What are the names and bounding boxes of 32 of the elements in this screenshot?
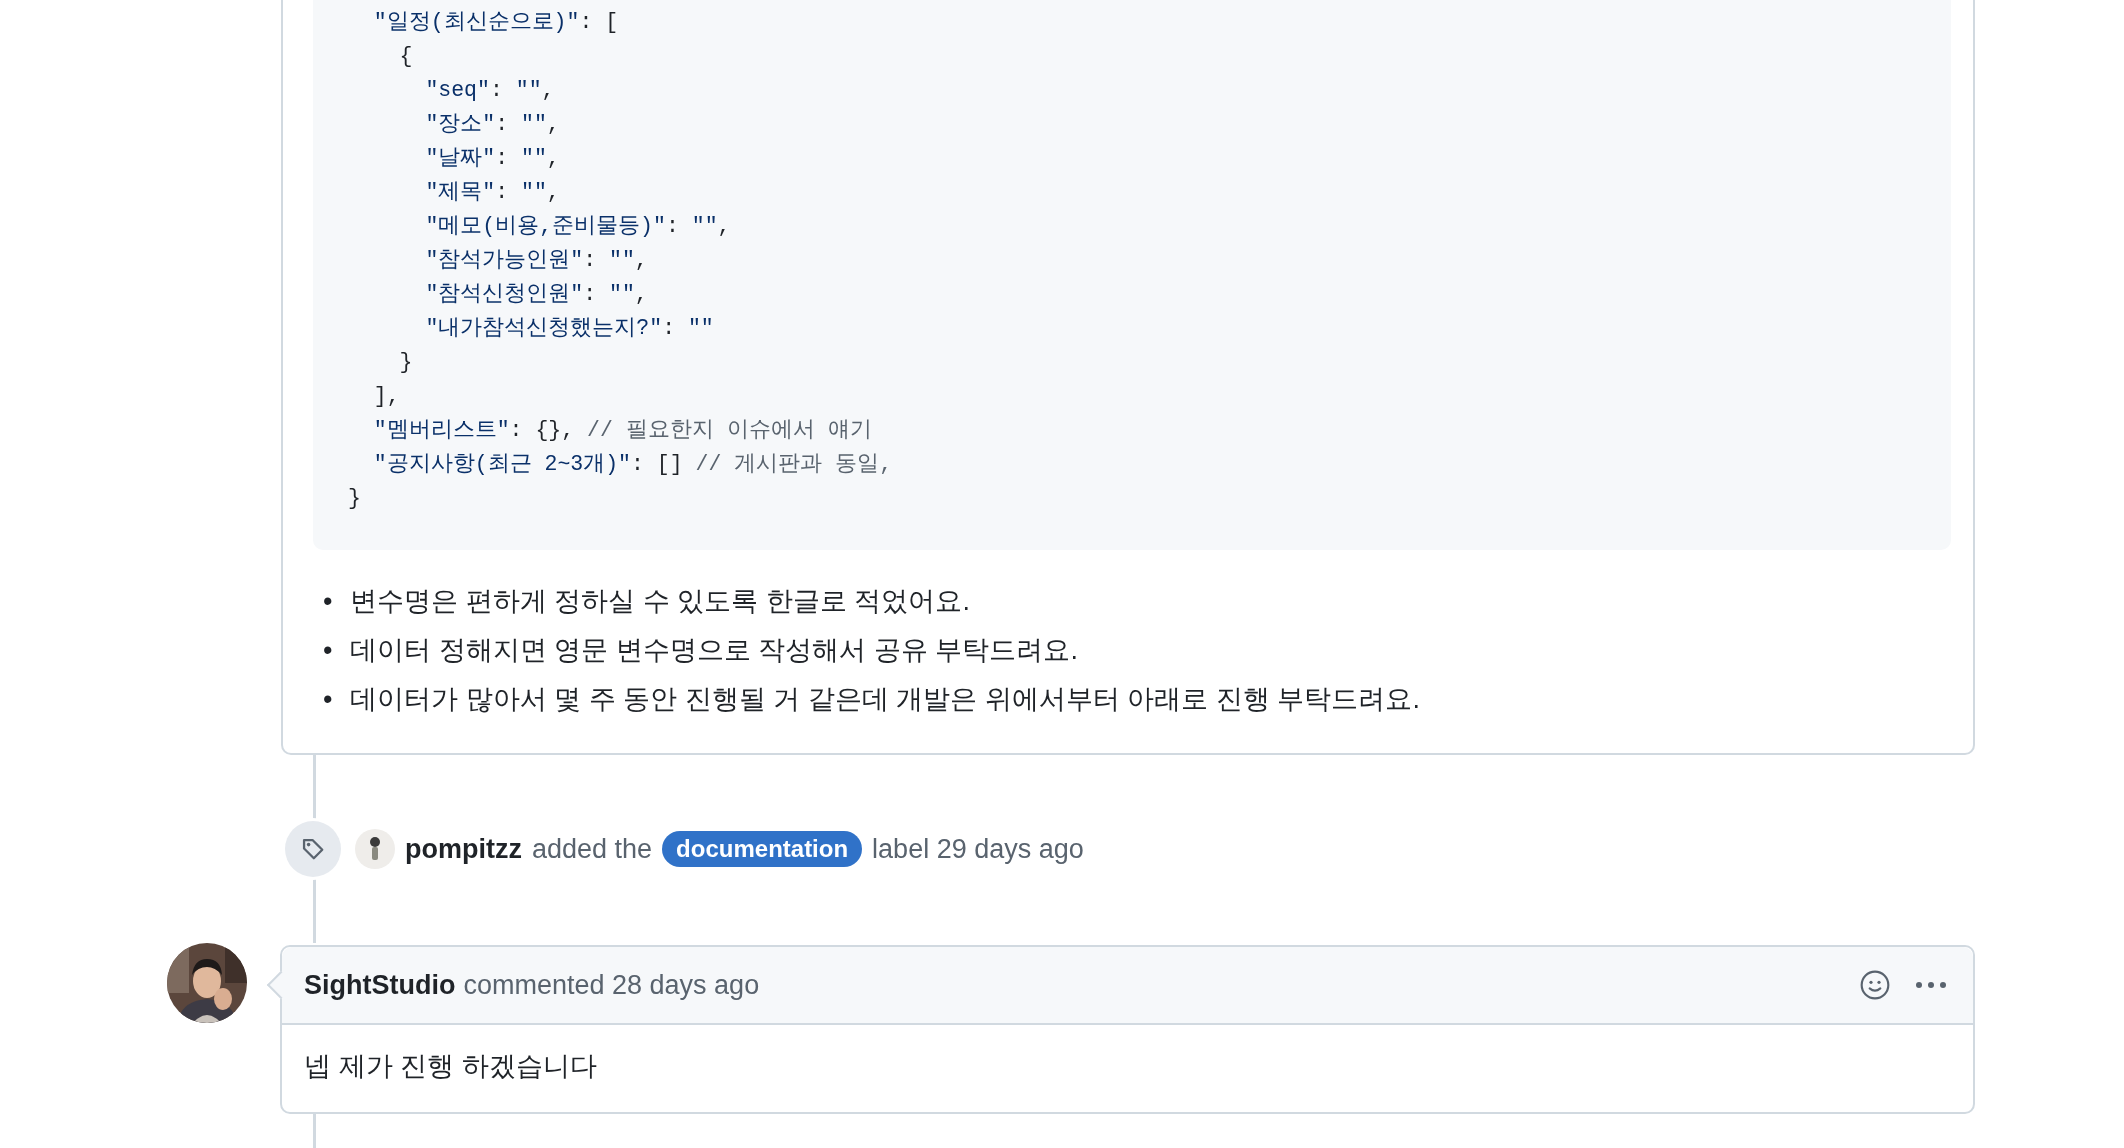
event-time: label 29 days ago xyxy=(872,833,1084,865)
bullet: • xyxy=(323,682,333,716)
comment-time: commented 28 days ago xyxy=(463,969,760,1001)
code-line: "장소": "", xyxy=(424,111,561,138)
list-item: 데이터가 많아서 몇 주 동안 진행될 거 같은데 개발은 위에서부터 아래로 진행 부탁드려요. xyxy=(350,682,1420,716)
author-link[interactable]: SightStudio xyxy=(304,969,456,1001)
code-line: { xyxy=(398,43,414,70)
code-line: "날짜": "", xyxy=(424,145,561,172)
code-line: "참석신청인원": "", xyxy=(424,281,649,308)
code-line: "제목": "", xyxy=(424,179,561,206)
code-line: ], xyxy=(372,383,401,410)
comment-body: 넵 제가 진행 하겠습니다 xyxy=(303,1050,598,1083)
code-line: "일정(최신순으로)": [ xyxy=(372,9,620,36)
author-link[interactable]: pompitzz xyxy=(405,833,522,865)
code-line: "멤버리스트": {}, // 필요한지 이슈에서 얘기 xyxy=(372,417,873,444)
smiley-icon[interactable] xyxy=(1859,969,1891,1001)
code-line: "공지사항(최근 2~3개)": [] // 게시판과 동일, xyxy=(372,451,894,478)
bullet: • xyxy=(323,584,333,618)
code-line: "참석가능인원": "", xyxy=(424,247,649,274)
code-line: "내가참석신청했는지?": "" xyxy=(424,315,715,342)
tag-icon xyxy=(285,821,341,877)
bullet: • xyxy=(323,633,333,667)
more-icon[interactable] xyxy=(1915,981,1947,989)
code-line: "seq": "", xyxy=(424,77,556,104)
event-text: added the xyxy=(532,833,653,865)
code-line: } xyxy=(398,349,414,376)
avatar[interactable] xyxy=(355,829,395,869)
label-badge[interactable]: documentation xyxy=(662,831,863,867)
list-item: 변수명은 편하게 정하실 수 있도록 한글로 적었어요. xyxy=(350,584,970,618)
list-item: 데이터 정해지면 영문 변수명으로 작성해서 공유 부탁드려요. xyxy=(350,633,1078,667)
code-line: "메모(비용,준비물등)": "", xyxy=(424,213,732,240)
code-line: } xyxy=(348,485,362,512)
